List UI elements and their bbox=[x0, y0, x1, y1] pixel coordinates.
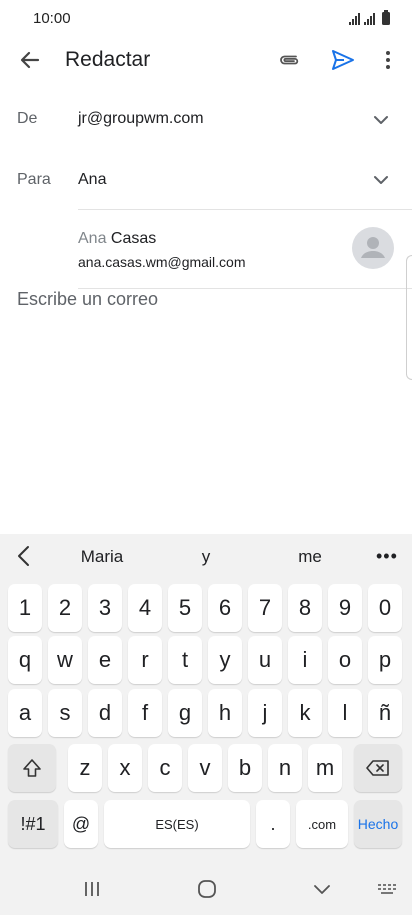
key-m[interactable]: m bbox=[308, 744, 342, 792]
recent-apps-icon[interactable] bbox=[82, 879, 102, 899]
key-9[interactable]: 9 bbox=[328, 584, 362, 632]
key-d[interactable]: d bbox=[88, 689, 122, 737]
compose-app-bar: Redactar bbox=[0, 36, 412, 84]
divider bbox=[78, 209, 412, 210]
prediction-3[interactable]: me bbox=[270, 547, 350, 567]
to-label: Para bbox=[17, 171, 51, 188]
to-field[interactable]: Ana bbox=[78, 171, 106, 189]
suggestion-email: ana.casas.wm@gmail.com bbox=[78, 254, 246, 270]
key-f[interactable]: f bbox=[128, 689, 162, 737]
contact-suggestion[interactable]: Ana Casas ana.casas.wm@gmail.com bbox=[78, 224, 412, 288]
name-match: Ana bbox=[78, 230, 107, 247]
key-q[interactable]: q bbox=[8, 636, 42, 684]
suggestion-name: Ana Casas bbox=[78, 230, 156, 248]
symbols-key[interactable]: !#1 bbox=[8, 800, 58, 848]
home-icon[interactable] bbox=[196, 879, 218, 899]
key-n-tilde[interactable]: ñ bbox=[368, 689, 402, 737]
key-j[interactable]: j bbox=[248, 689, 282, 737]
backspace-key[interactable] bbox=[354, 744, 402, 792]
key-8[interactable]: 8 bbox=[288, 584, 322, 632]
chevron-down-icon[interactable] bbox=[372, 114, 390, 126]
key-at[interactable]: @ bbox=[64, 800, 98, 848]
key-dot[interactable]: . bbox=[256, 800, 290, 848]
letter-row-1: q w e r t y u i o p bbox=[0, 636, 412, 686]
name-rest: Casas bbox=[106, 230, 157, 247]
key-2[interactable]: 2 bbox=[48, 584, 82, 632]
backspace-icon bbox=[366, 760, 389, 776]
key-n[interactable]: n bbox=[268, 744, 302, 792]
bottom-row: !#1 @ ES(ES) . .com Hecho bbox=[0, 800, 412, 850]
key-x[interactable]: x bbox=[108, 744, 142, 792]
body-input[interactable]: Escribe un correo bbox=[17, 289, 158, 310]
keyboard-icon[interactable] bbox=[376, 879, 398, 899]
letter-row-3: z x c v b n m bbox=[0, 744, 412, 794]
shift-icon bbox=[23, 759, 41, 777]
key-b[interactable]: b bbox=[228, 744, 262, 792]
keyboard: Maria y me ••• 1 2 3 4 5 6 7 8 9 0 q w e… bbox=[0, 534, 412, 915]
key-c[interactable]: c bbox=[148, 744, 182, 792]
signal-icon bbox=[364, 13, 375, 25]
more-vert-icon[interactable] bbox=[378, 46, 398, 74]
number-row: 1 2 3 4 5 6 7 8 9 0 bbox=[0, 584, 412, 634]
key-h[interactable]: h bbox=[208, 689, 242, 737]
key-y[interactable]: y bbox=[208, 636, 242, 684]
key-1[interactable]: 1 bbox=[8, 584, 42, 632]
send-icon[interactable] bbox=[330, 47, 356, 73]
space-key[interactable]: ES(ES) bbox=[104, 800, 250, 848]
key-l[interactable]: l bbox=[328, 689, 362, 737]
page-title: Redactar bbox=[65, 48, 151, 71]
paperclip-icon[interactable] bbox=[278, 48, 304, 72]
key-w[interactable]: w bbox=[48, 636, 82, 684]
person-icon bbox=[361, 237, 385, 258]
battery-icon bbox=[382, 10, 390, 25]
prediction-2[interactable]: y bbox=[166, 547, 246, 567]
key-0[interactable]: 0 bbox=[368, 584, 402, 632]
prediction-1[interactable]: Maria bbox=[62, 547, 142, 567]
navigation-bar bbox=[0, 862, 412, 915]
key-g[interactable]: g bbox=[168, 689, 202, 737]
avatar bbox=[352, 227, 394, 269]
key-i[interactable]: i bbox=[288, 636, 322, 684]
key-3[interactable]: 3 bbox=[88, 584, 122, 632]
key-s[interactable]: s bbox=[48, 689, 82, 737]
edge-panel-handle[interactable] bbox=[406, 255, 412, 380]
from-label: De bbox=[17, 110, 38, 127]
key-e[interactable]: e bbox=[88, 636, 122, 684]
key-5[interactable]: 5 bbox=[168, 584, 202, 632]
key-a[interactable]: a bbox=[8, 689, 42, 737]
key-v[interactable]: v bbox=[188, 744, 222, 792]
key-4[interactable]: 4 bbox=[128, 584, 162, 632]
chevron-left-icon[interactable] bbox=[14, 544, 34, 568]
key-k[interactable]: k bbox=[288, 689, 322, 737]
status-icons bbox=[349, 10, 390, 25]
shift-key[interactable] bbox=[8, 744, 56, 792]
signal-icon bbox=[349, 13, 360, 25]
letter-row-2: a s d f g h j k l ñ bbox=[0, 689, 412, 739]
hide-keyboard-icon[interactable] bbox=[312, 879, 332, 899]
key-o[interactable]: o bbox=[328, 636, 362, 684]
key-p[interactable]: p bbox=[368, 636, 402, 684]
dot-com-key[interactable]: .com bbox=[296, 800, 348, 848]
key-6[interactable]: 6 bbox=[208, 584, 242, 632]
more-options-button[interactable]: ••• bbox=[376, 546, 398, 567]
prediction-bar: Maria y me ••• bbox=[0, 534, 412, 578]
key-r[interactable]: r bbox=[128, 636, 162, 684]
status-bar: 10:00 bbox=[0, 0, 412, 36]
arrow-left-icon[interactable] bbox=[16, 46, 44, 74]
key-z[interactable]: z bbox=[68, 744, 102, 792]
chevron-down-icon[interactable] bbox=[372, 174, 390, 186]
from-field[interactable]: jr@groupwm.com bbox=[78, 110, 204, 128]
key-t[interactable]: t bbox=[168, 636, 202, 684]
done-key[interactable]: Hecho bbox=[354, 800, 402, 848]
status-time: 10:00 bbox=[33, 10, 71, 27]
key-7[interactable]: 7 bbox=[248, 584, 282, 632]
key-u[interactable]: u bbox=[248, 636, 282, 684]
